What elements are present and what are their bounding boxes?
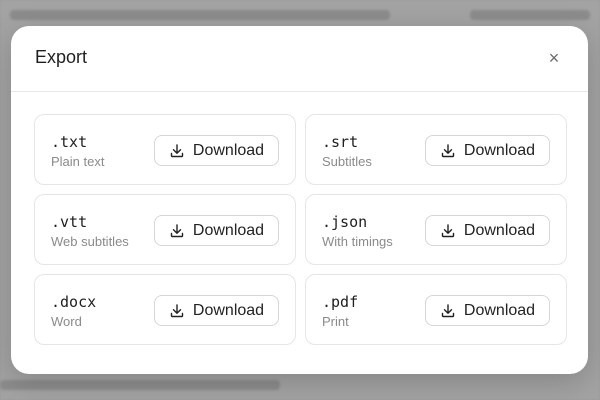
format-extension: .json	[322, 213, 368, 231]
format-extension: .txt	[51, 133, 88, 151]
download-vtt-button[interactable]: Download	[154, 215, 279, 246]
format-description: Subtitles	[322, 154, 372, 169]
download-label: Download	[463, 301, 536, 319]
download-icon	[170, 143, 184, 157]
download-pdf-button[interactable]: Download	[425, 295, 550, 326]
download-icon	[170, 223, 184, 237]
export-dialog: Export × .txt Plain text Download .srt S…	[11, 26, 588, 374]
download-srt-button[interactable]: Download	[425, 135, 550, 166]
download-label: Download	[192, 301, 265, 319]
format-description: Plain text	[51, 154, 105, 169]
download-txt-button[interactable]: Download	[154, 135, 279, 166]
export-option-docx: .docx Word Download	[34, 274, 296, 345]
format-extension: .pdf	[322, 293, 359, 311]
download-label: Download	[463, 141, 536, 159]
format-extension: .srt	[322, 133, 359, 151]
dialog-title: Export	[35, 47, 88, 67]
download-json-button[interactable]: Download	[425, 215, 550, 246]
close-icon: ×	[548, 47, 560, 68]
download-docx-button[interactable]: Download	[154, 295, 279, 326]
download-icon	[441, 223, 455, 237]
export-option-json: .json With timings Download	[305, 194, 567, 265]
dialog-header: Export ×	[11, 26, 588, 92]
export-option-pdf: .pdf Print Download	[305, 274, 567, 345]
download-label: Download	[192, 221, 265, 239]
format-extension: .docx	[51, 293, 97, 311]
download-icon	[170, 303, 184, 317]
export-option-srt: .srt Subtitles Download	[305, 114, 567, 185]
format-description: Word	[51, 314, 82, 329]
close-button[interactable]: ×	[542, 46, 566, 70]
background-text-line	[10, 10, 390, 20]
download-label: Download	[192, 141, 265, 159]
download-icon	[441, 143, 455, 157]
background-text-line	[470, 10, 590, 20]
format-description: Web subtitles	[51, 234, 129, 249]
export-options-grid: .txt Plain text Download .srt Subtitles …	[34, 114, 567, 345]
background-text-line	[0, 380, 280, 390]
format-description: With timings	[322, 234, 393, 249]
download-icon	[441, 303, 455, 317]
format-description: Print	[322, 314, 349, 329]
download-label: Download	[463, 221, 536, 239]
export-option-txt: .txt Plain text Download	[34, 114, 296, 185]
export-option-vtt: .vtt Web subtitles Download	[34, 194, 296, 265]
format-extension: .vtt	[51, 213, 88, 231]
